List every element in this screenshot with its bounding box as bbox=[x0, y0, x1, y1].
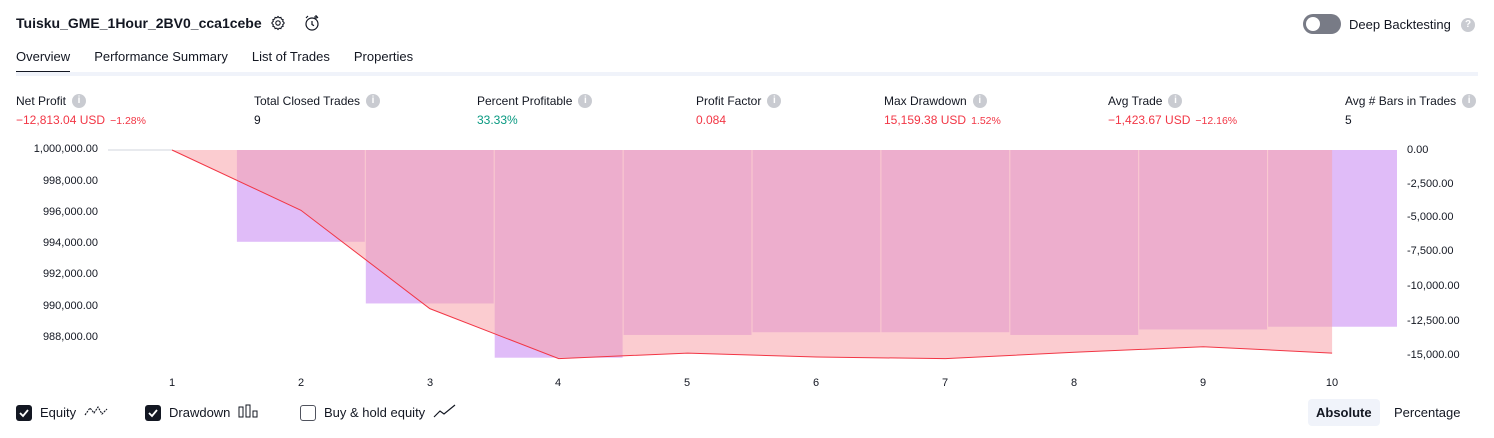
legend-drawdown[interactable]: Drawdown bbox=[145, 404, 258, 421]
drawdown-checkbox[interactable] bbox=[145, 404, 161, 421]
legend-label: Equity bbox=[40, 405, 77, 420]
legend-label: Drawdown bbox=[169, 405, 231, 420]
equity-line-icon bbox=[84, 404, 108, 421]
buy-hold-checkbox[interactable] bbox=[300, 404, 316, 421]
buy-hold-line-icon bbox=[433, 404, 457, 421]
equity-layer bbox=[108, 149, 1333, 360]
equity-drawdown-chart bbox=[108, 149, 1397, 360]
equity-area bbox=[172, 150, 1333, 359]
legend-label: Buy & hold equity bbox=[324, 405, 426, 420]
absolute-button[interactable]: Absolute bbox=[1308, 399, 1380, 426]
equity-checkbox[interactable] bbox=[16, 404, 32, 421]
drawdown-bars-icon bbox=[238, 404, 258, 421]
legend-equity[interactable]: Equity bbox=[16, 404, 108, 421]
percentage-button[interactable]: Percentage bbox=[1388, 399, 1467, 426]
legend-buy-hold[interactable]: Buy & hold equity bbox=[300, 404, 457, 421]
